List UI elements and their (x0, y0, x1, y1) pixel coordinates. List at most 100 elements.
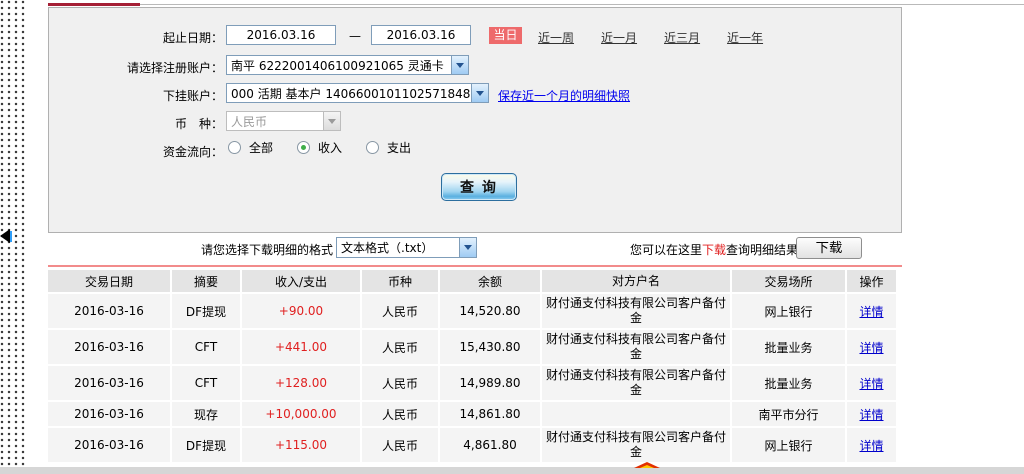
detail-link[interactable]: 详情 (859, 437, 883, 454)
table-divider-line (48, 265, 902, 267)
chevron-down-icon[interactable] (451, 56, 468, 74)
cell-summary: CFT (172, 330, 242, 364)
quick-range-link[interactable]: 近一年 (727, 29, 763, 46)
download-hint-link[interactable]: 下载 (702, 243, 726, 257)
detail-link[interactable]: 详情 (859, 375, 883, 392)
fund-flow-label: 资金流向： (162, 145, 223, 159)
cell-action: 详情 (847, 428, 896, 462)
quick-range-link[interactable]: 近一月 (601, 29, 637, 46)
flow-option-label: 收入 (318, 141, 343, 155)
sub-account-value: 000 活期 基本户 1406600101102571848 (231, 86, 471, 101)
column-header: 币种 (362, 270, 440, 292)
date-from-input[interactable] (226, 25, 336, 45)
quick-range-link[interactable]: 近三月 (664, 29, 700, 46)
cell-counterparty: 财付通支付科技有限公司客户备付金 (542, 428, 732, 462)
cell-counterparty (542, 402, 732, 426)
cell-counterparty: 财付通支付科技有限公司客户备付金 (542, 366, 732, 400)
radio-icon[interactable] (366, 141, 380, 154)
date-range-label: 起止日期： (162, 31, 223, 45)
flow-option-label: 全部 (249, 141, 274, 155)
currency-value: 人民币 (231, 114, 268, 129)
download-hint-prefix: 您可以在这里 (630, 243, 703, 257)
chevron-down-icon[interactable] (459, 238, 476, 257)
currency-select-disabled: 人民币 (226, 111, 341, 131)
query-button[interactable]: 查 询 (441, 173, 517, 201)
flow-option-label: 支出 (387, 141, 412, 155)
account-label: 请选择注册账户： (126, 61, 223, 75)
download-format-value: 文本格式（.txt） (341, 241, 434, 255)
download-hint-suffix: 查询明细结果 (726, 243, 799, 257)
cell-currency: 人民币 (362, 294, 440, 328)
flow-option[interactable]: 支出 (366, 139, 411, 156)
flow-option[interactable]: 全部 (228, 139, 273, 156)
registered-account-select[interactable]: 南平 6222001406100921065 灵通卡 (226, 55, 469, 75)
table-header-row: 交易日期 摘要 收入/支出 币种 余额 对方户名 交易场所 操作 (48, 270, 896, 292)
quick-range-link[interactable]: 近一周 (538, 29, 574, 46)
cell-summary: CFT (172, 366, 242, 400)
cell-summary: DF提现 (172, 294, 242, 328)
cell-balance: 14,520.80 (440, 294, 542, 328)
cell-place: 批量业务 (732, 366, 847, 400)
cell-action: 详情 (847, 366, 896, 400)
query-form-panel: 起止日期： — 当日 近一周 近一月 近三月 近一年 请选择注册账户： 南平 6222… (48, 7, 902, 233)
radio-selected-icon[interactable] (297, 141, 311, 154)
cell-amount: +441.00 (242, 330, 362, 364)
detail-link[interactable]: 详情 (859, 303, 883, 320)
download-format-label: 请您选择下载明细的格式 (200, 243, 333, 257)
cell-date: 2016-03-16 (48, 402, 172, 426)
cell-counterparty: 财付通支付科技有限公司客户备付金 (542, 294, 732, 328)
date-to-input[interactable] (371, 25, 471, 45)
table-row: 2016-03-16 现存 +10,000.00 人民币 14,861.80 南平市分行详… (48, 402, 896, 426)
cell-place: 批量业务 (732, 330, 847, 364)
transactions-table: 交易日期 摘要 收入/支出 币种 余额 对方户名 交易场所 操作 2016-03-16 DF提现… (48, 270, 896, 464)
table-row: 2016-03-16 DF提现 +90.00 人民币 14,520.80 财付通支付科技有… (48, 294, 896, 328)
flame-icon-core (640, 465, 654, 468)
registered-account-value: 南平 6222001406100921065 灵通卡 (231, 58, 444, 73)
detail-link[interactable]: 详情 (859, 339, 883, 356)
cell-balance: 4,861.80 (440, 428, 542, 462)
cell-action: 详情 (847, 402, 896, 426)
cell-summary: DF提现 (172, 428, 242, 462)
table-row: 2016-03-16 CFT +441.00 人民币 15,430.80 财付通支付科技有… (48, 330, 896, 364)
sub-account-select[interactable]: 000 活期 基本户 1406600101102571848 (226, 83, 489, 103)
fund-flow-options: 全部 收入 支出 (228, 139, 411, 156)
download-hint: 您可以在这里下载查询明细结果 (630, 241, 798, 258)
cell-balance: 15,430.80 (440, 330, 542, 364)
cell-amount: +90.00 (242, 294, 362, 328)
flow-option[interactable]: 收入 (297, 139, 342, 156)
snapshot-link[interactable]: 保存近一个月的明细快照 (498, 87, 630, 104)
today-badge-button[interactable]: 当日 (489, 27, 522, 44)
cell-date: 2016-03-16 (48, 366, 172, 400)
cell-amount: +115.00 (242, 428, 362, 462)
top-divider-line (140, 4, 1024, 5)
radio-icon[interactable] (228, 141, 241, 154)
top-accent-line (48, 3, 140, 6)
quick-date-links: 近一周 近一月 近三月 近一年 (538, 29, 763, 46)
table-row: 2016-03-16 DF提现 +115.00 人民币 4,861.80 财付通支付科技有… (48, 428, 896, 462)
download-button[interactable]: 下载 (796, 237, 862, 259)
download-format-select[interactable]: 文本格式（.txt） (336, 237, 477, 258)
cell-currency: 人民币 (362, 402, 440, 426)
cell-amount: +10,000.00 (242, 402, 362, 426)
chevron-down-icon[interactable] (471, 84, 488, 102)
left-arrow-marker-icon[interactable] (0, 229, 10, 243)
cell-amount: +128.00 (242, 366, 362, 400)
column-header: 交易场所 (732, 270, 847, 292)
date-separator: — (349, 29, 361, 43)
cell-balance: 14,861.80 (440, 402, 542, 426)
cell-action: 详情 (847, 330, 896, 364)
column-header: 摘要 (172, 270, 242, 292)
table-body: 2016-03-16 DF提现 +90.00 人民币 14,520.80 财付通支付科技有… (48, 294, 896, 462)
detail-link[interactable]: 详情 (859, 406, 883, 423)
cell-date: 2016-03-16 (48, 330, 172, 364)
column-header: 对方户名 (542, 270, 732, 292)
table-row: 2016-03-16 CFT +128.00 人民币 14,989.80 财付通支付科技有… (48, 366, 896, 400)
cell-balance: 14,989.80 (440, 366, 542, 400)
cell-place: 网上银行 (732, 428, 847, 462)
bottom-scroll-strip[interactable] (0, 467, 1024, 474)
column-header: 余额 (440, 270, 542, 292)
cell-place: 网上银行 (732, 294, 847, 328)
cell-action: 详情 (847, 294, 896, 328)
chevron-down-icon (323, 112, 340, 130)
cell-summary: 现存 (172, 402, 242, 426)
